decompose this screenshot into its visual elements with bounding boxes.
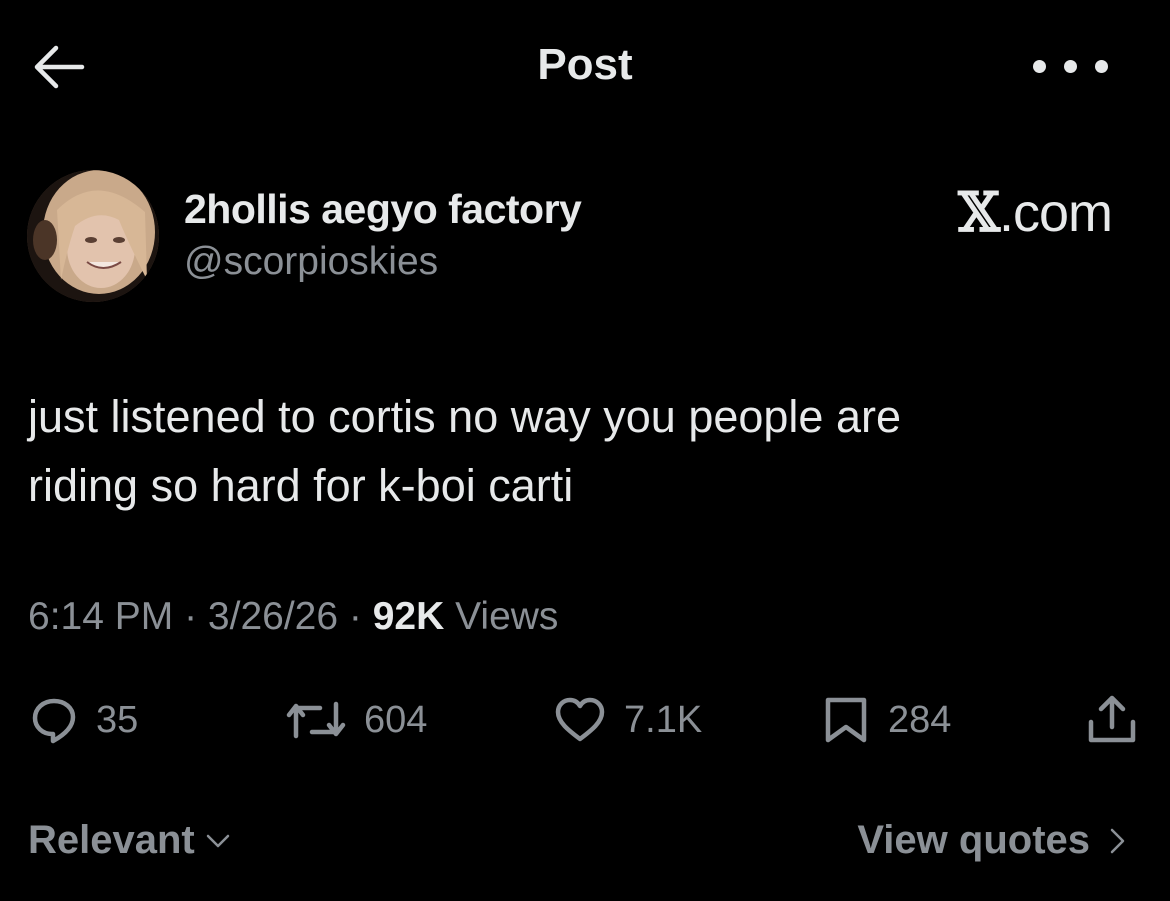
sort-label: Relevant [28, 818, 195, 862]
chevron-right-icon [1110, 828, 1125, 853]
chevron-down-icon [206, 834, 229, 847]
author-display-name[interactable]: 2hollis aegyo factory [184, 186, 582, 233]
reply-icon [32, 698, 76, 744]
bookmark-icon [825, 697, 867, 743]
like-button[interactable]: 7.1K [554, 690, 702, 750]
tweet-text: just listened to cortis no way you peopl… [28, 382, 1138, 520]
more-button[interactable] [1026, 52, 1116, 82]
avatar-image [27, 170, 159, 302]
meta-separator: · [338, 595, 373, 638]
tweet-text-line: riding so hard for k-boi carti [28, 460, 574, 511]
tweet-text-line: just listened to cortis no way you peopl… [28, 391, 901, 442]
tweet-meta: 6:14 PM · 3/26/26 · 92K Views [28, 595, 558, 639]
avatar[interactable] [27, 170, 159, 302]
meta-separator: · [173, 595, 208, 638]
x-logo-icon: 𝕏 [958, 180, 1000, 244]
views-label: Views [444, 595, 559, 638]
like-count: 7.1K [624, 698, 703, 741]
view-quotes-link[interactable]: View quotes [857, 818, 1132, 863]
sort-relevant-dropdown[interactable]: Relevant [28, 818, 233, 863]
author-username[interactable]: @scorpioskies [184, 240, 438, 284]
view-quotes-label: View quotes [857, 818, 1090, 862]
page-title: Post [537, 40, 633, 89]
heart-icon [555, 697, 605, 742]
repost-button[interactable]: 604 [286, 690, 427, 750]
views-count[interactable]: 92K [373, 595, 445, 638]
share-button[interactable] [1086, 690, 1138, 750]
repost-count: 604 [364, 698, 428, 741]
bookmark-count: 284 [888, 698, 952, 741]
share-icon [1088, 695, 1136, 743]
reply-button[interactable]: 35 [30, 690, 138, 750]
bookmark-button[interactable]: 284 [822, 690, 951, 750]
x-com-watermark: 𝕏.com [958, 180, 1113, 244]
repost-icon [286, 701, 346, 739]
post-time[interactable]: 6:14 PM [28, 595, 173, 638]
post-date[interactable]: 3/26/26 [208, 595, 338, 638]
reply-count: 35 [96, 698, 139, 741]
watermark-text: .com [998, 183, 1113, 243]
